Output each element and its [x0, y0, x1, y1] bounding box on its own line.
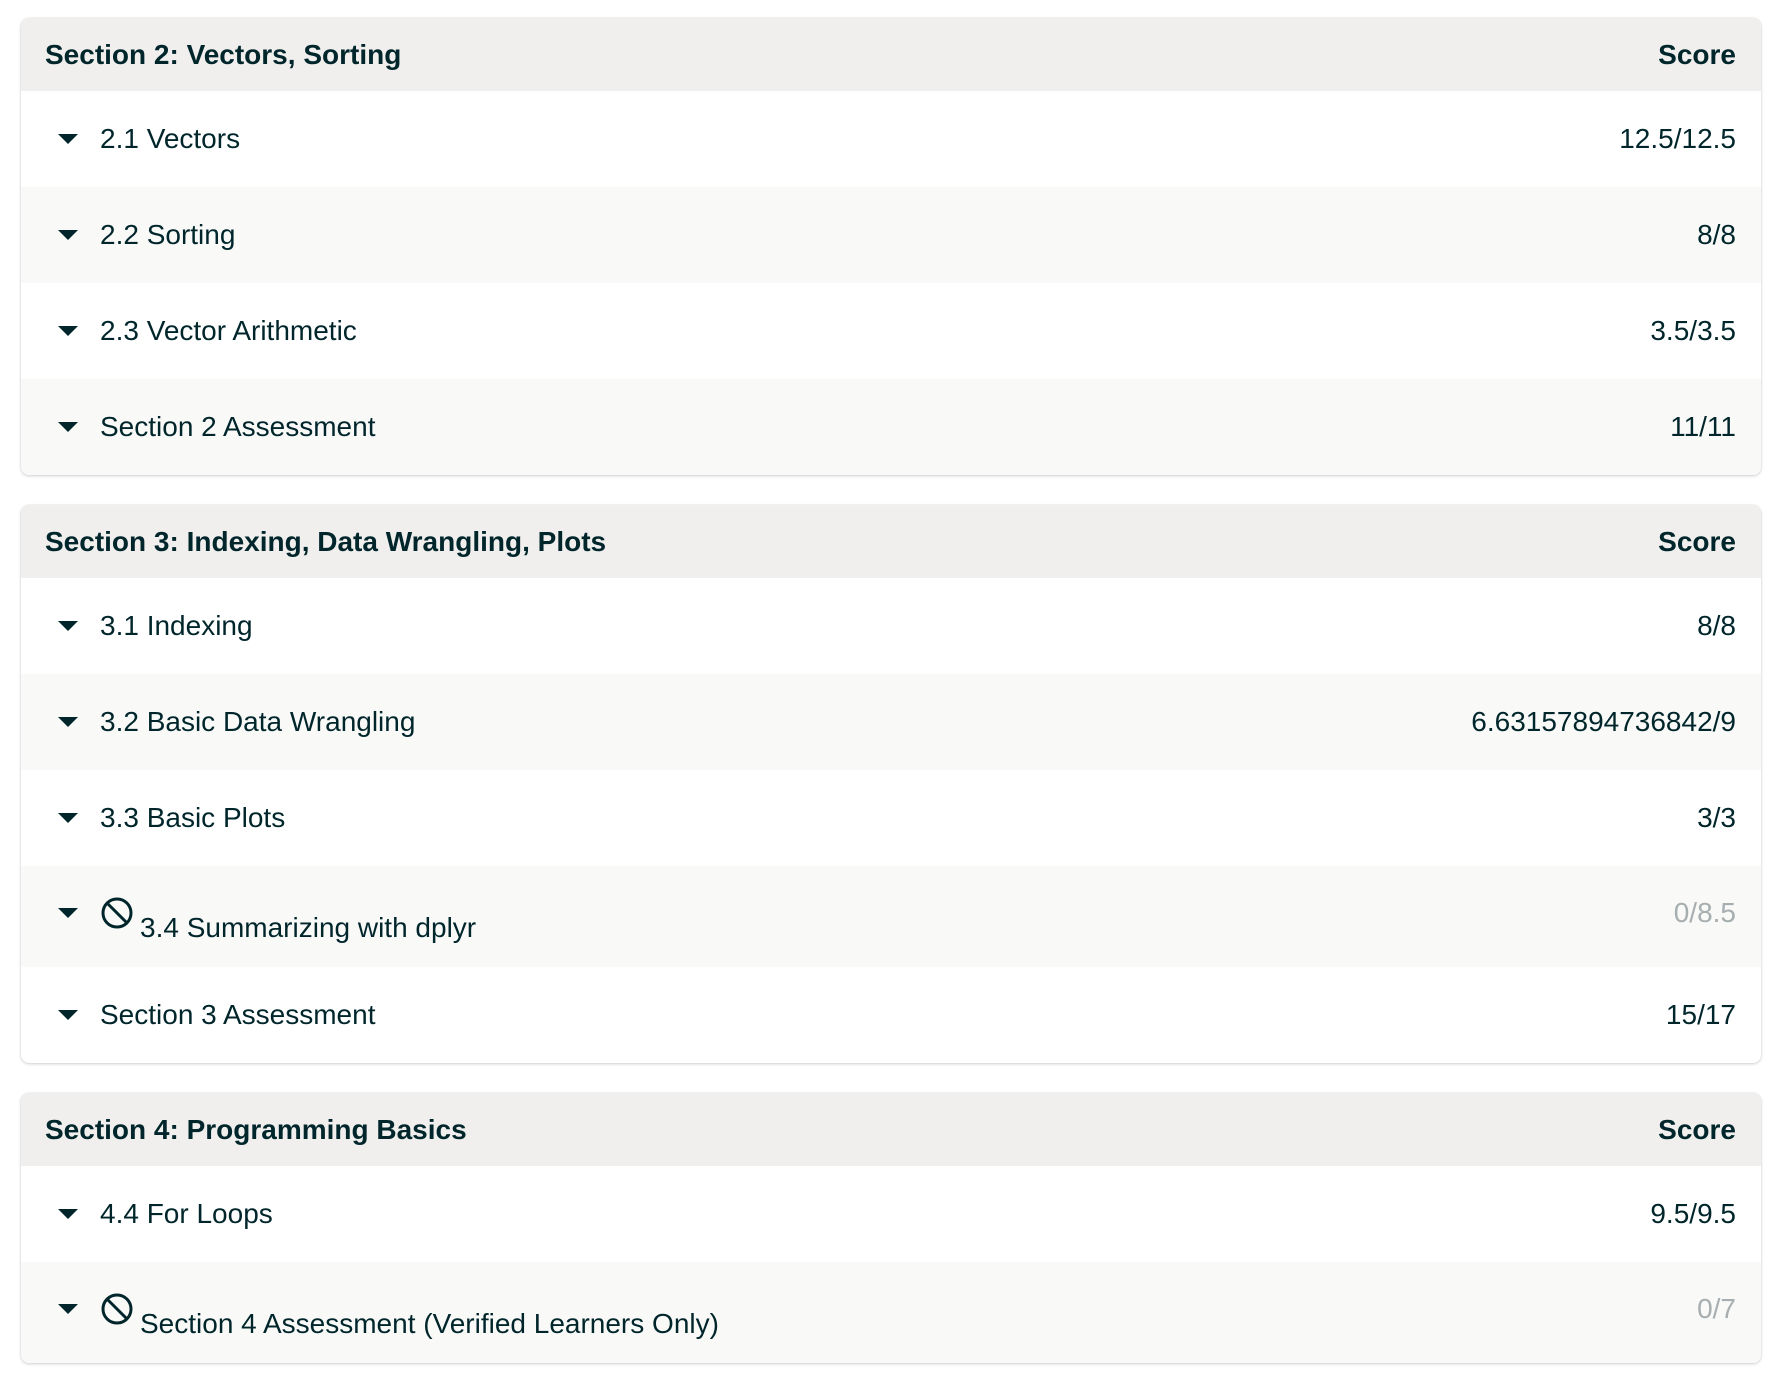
caret-down-icon[interactable]	[58, 621, 78, 631]
subsection-score: 6.63157894736842/9	[1471, 706, 1736, 737]
section-title: Section 2: Vectors, Sorting	[45, 38, 402, 70]
subsection-label[interactable]: 3.3 Basic Plots	[100, 802, 285, 834]
caret-down-icon[interactable]	[58, 1304, 78, 1314]
subsection-label[interactable]: Section 4 Assessment (Verified Learners …	[140, 1308, 719, 1340]
section-title: Section 3: Indexing, Data Wrangling, Plo…	[45, 525, 607, 557]
subsection-label[interactable]: Section 2 Assessment	[100, 411, 375, 443]
subsection-row[interactable]: 3.1 Indexing 8/8	[21, 578, 1761, 674]
caret-down-icon[interactable]	[58, 326, 78, 336]
subsection-score: 8/8	[1697, 610, 1736, 641]
subsection-score: 12.5/12.5	[1619, 123, 1736, 154]
subsection-row-locked[interactable]: 3.4 Summarizing with dplyr 0/8.5	[21, 866, 1761, 967]
section-header: Section 2: Vectors, Sorting Score	[21, 18, 1761, 91]
subsection-label[interactable]: Section 3 Assessment	[100, 999, 375, 1031]
subsection-score: 9.5/9.5	[1650, 1198, 1736, 1229]
subsection-label[interactable]: 2.2 Sorting	[100, 219, 235, 251]
ban-icon	[101, 897, 133, 929]
subsection-score: 15/17	[1665, 999, 1736, 1030]
subsection-row-locked[interactable]: Section 4 Assessment (Verified Learners …	[21, 1262, 1761, 1363]
subsection-row[interactable]: 3.2 Basic Data Wrangling 6.6315789473684…	[21, 674, 1761, 770]
caret-down-icon[interactable]	[58, 134, 78, 144]
subsection-row[interactable]: 3.3 Basic Plots 3/3	[21, 770, 1761, 866]
subsection-score: 11/11	[1670, 411, 1736, 442]
subsection-score: 8/8	[1697, 219, 1736, 250]
section-card-4: Section 4: Programming Basics Score 4.4 …	[21, 1093, 1761, 1363]
subsection-row[interactable]: 2.3 Vector Arithmetic 3.5/3.5	[21, 283, 1761, 379]
progress-page: Section 2: Vectors, Sorting Score 2.1 Ve…	[21, 18, 1761, 1393]
subsection-score: 3.5/3.5	[1650, 315, 1736, 346]
caret-down-icon[interactable]	[58, 717, 78, 727]
section-header: Section 3: Indexing, Data Wrangling, Plo…	[21, 505, 1761, 578]
caret-down-icon[interactable]	[58, 422, 78, 432]
caret-down-icon[interactable]	[58, 908, 78, 918]
section-title: Section 4: Programming Basics	[45, 1113, 467, 1145]
subsection-label[interactable]: 2.1 Vectors	[100, 123, 240, 155]
subsection-label[interactable]: 3.4 Summarizing with dplyr	[140, 912, 476, 944]
subsection-row[interactable]: 4.4 For Loops 9.5/9.5	[21, 1166, 1761, 1262]
subsection-score: 3/3	[1697, 802, 1736, 833]
section-header: Section 4: Programming Basics Score	[21, 1093, 1761, 1166]
subsection-row[interactable]: Section 2 Assessment 11/11	[21, 379, 1761, 475]
caret-down-icon[interactable]	[58, 230, 78, 240]
caret-down-icon[interactable]	[58, 1010, 78, 1020]
score-column-header: Score	[1658, 38, 1736, 70]
section-card-2: Section 2: Vectors, Sorting Score 2.1 Ve…	[21, 18, 1761, 475]
score-column-header: Score	[1658, 525, 1736, 557]
caret-down-icon[interactable]	[58, 1209, 78, 1219]
subsection-score: 0/7	[1697, 1293, 1736, 1324]
subsection-label[interactable]: 3.1 Indexing	[100, 610, 253, 642]
ban-icon	[101, 1293, 133, 1325]
subsection-row[interactable]: 2.1 Vectors 12.5/12.5	[21, 91, 1761, 187]
caret-down-icon[interactable]	[58, 813, 78, 823]
subsection-row[interactable]: Section 3 Assessment 15/17	[21, 967, 1761, 1063]
subsection-label[interactable]: 2.3 Vector Arithmetic	[100, 315, 357, 347]
subsection-label[interactable]: 3.2 Basic Data Wrangling	[100, 706, 415, 738]
subsection-score: 0/8.5	[1673, 897, 1736, 928]
score-column-header: Score	[1658, 1113, 1736, 1145]
subsection-label[interactable]: 4.4 For Loops	[100, 1198, 273, 1230]
section-card-3: Section 3: Indexing, Data Wrangling, Plo…	[21, 505, 1761, 1063]
subsection-row[interactable]: 2.2 Sorting 8/8	[21, 187, 1761, 283]
